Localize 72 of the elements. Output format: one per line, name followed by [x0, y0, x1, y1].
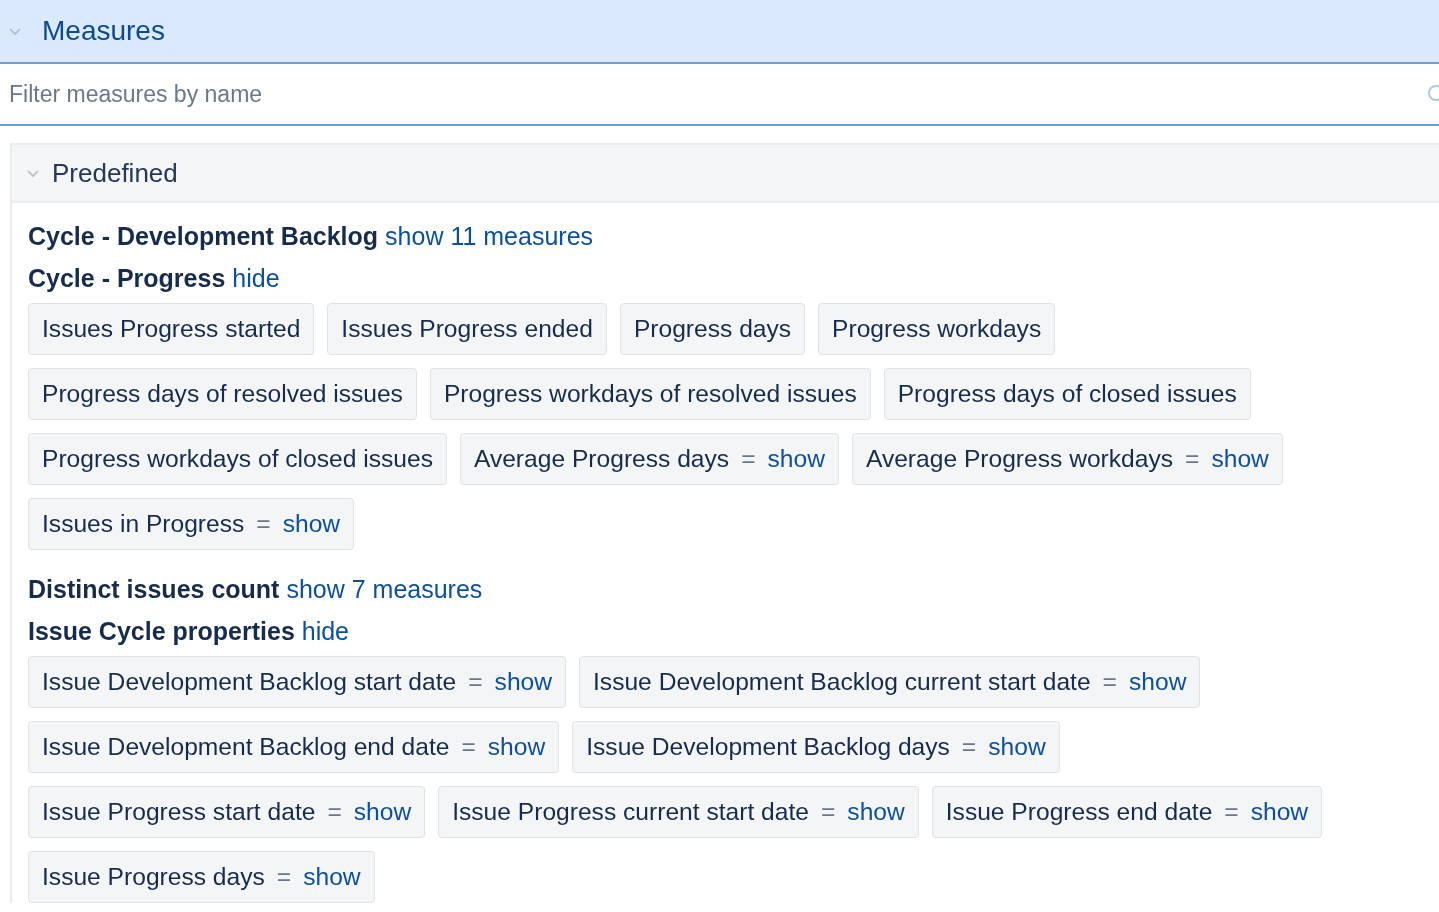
measure-chip[interactable]: Issues Progress ended [327, 303, 607, 355]
measure-label: Progress workdays [832, 315, 1042, 343]
equals-sign: = [461, 733, 476, 761]
equals-sign: = [327, 798, 342, 826]
measure-label: Issue Progress start date [42, 798, 316, 826]
group-title: Issue Cycle properties [28, 617, 295, 645]
measure-label: Average Progress days [473, 445, 730, 473]
show-link[interactable]: show [494, 668, 552, 696]
show-link[interactable]: show [1129, 668, 1187, 696]
measure-chip[interactable]: Issue Development Backlog start date = show [28, 656, 566, 708]
measure-label: Issue Development Backlog start date [42, 668, 457, 696]
equals-sign: = [1102, 668, 1117, 696]
equals-sign: = [1185, 445, 1200, 473]
equals-sign: = [468, 668, 483, 696]
measure-chip[interactable]: Progress workdays [818, 303, 1056, 355]
measure-chip[interactable]: Issue Progress current start date = show [438, 786, 919, 838]
measure-label: Average Progress workdays [865, 445, 1174, 473]
measure-chip[interactable]: Progress days of resolved issues [28, 368, 417, 420]
measure-chip[interactable]: Average Progress days = show [459, 433, 839, 485]
measure-chip[interactable]: Progress workdays of closed issues [28, 433, 447, 485]
search-field[interactable]: Filter measures by name [9, 64, 1425, 124]
show-link[interactable]: show [988, 733, 1046, 761]
measure-label: Progress days of closed issues [897, 380, 1237, 408]
measure-chip[interactable]: Issue Development Backlog current start date = show [579, 656, 1201, 708]
equals-sign: = [820, 798, 836, 826]
equals-sign: = [1224, 798, 1239, 826]
measure-label: Progress days of resolved issues [42, 380, 403, 408]
measure-label: Progress days [633, 315, 792, 343]
equals-sign: = [256, 510, 271, 538]
measure-chip[interactable]: Issue Progress days = show [28, 851, 375, 903]
measure-label: Progress workdays of resolved issues [443, 380, 857, 408]
measure-label: Issues in Progress [42, 510, 245, 538]
show-link[interactable]: show [1250, 798, 1309, 826]
show-link[interactable]: show [1211, 445, 1269, 473]
measure-chip[interactable]: Issue Progress end date = show [931, 786, 1323, 838]
measure-chip[interactable]: Issue Development Backlog days = show [572, 721, 1060, 773]
measure-label: Issue Progress days [42, 863, 265, 891]
group-title: Cycle - Development Backlog [28, 222, 379, 250]
equals-sign: = [276, 863, 292, 891]
equals-sign: = [961, 733, 977, 761]
show-link[interactable]: show [353, 798, 412, 826]
measure-chip[interactable]: Progress days [619, 303, 806, 355]
measure-label: Issue Development Backlog current start date [593, 668, 1091, 696]
measure-chip[interactable]: Issues Progress started [28, 303, 315, 355]
measure-chip[interactable]: Issue Progress start date = show [28, 786, 426, 838]
show-link[interactable]: show [847, 798, 905, 826]
panel-header[interactable]: Predefined [12, 143, 1439, 203]
group-toggle-link[interactable]: hide [232, 264, 280, 292]
measure-label: Issue Progress end date [945, 798, 1213, 826]
measure-label: Issue Development Backlog end date [42, 733, 450, 761]
show-link[interactable]: show [282, 510, 341, 538]
measure-label: Progress workdays of closed issues [42, 445, 433, 473]
group-title: Distinct issues count [28, 575, 280, 603]
show-link[interactable]: show [303, 863, 361, 891]
measure-label: Issue Progress current start date [452, 798, 809, 826]
measure-label: Issues Progress ended [341, 315, 593, 343]
show-link[interactable]: show [767, 445, 825, 473]
measure-chip[interactable]: Average Progress workdays = show [851, 433, 1283, 485]
group-toggle-link[interactable]: show 11 measures [385, 222, 594, 250]
measure-chip[interactable]: Issues in Progress = show [28, 498, 355, 550]
measure-chip[interactable]: Progress days of closed issues [883, 368, 1251, 420]
group-title: Cycle - Progress [28, 264, 226, 292]
measure-label: Issue Development Backlog days [586, 733, 950, 761]
measure-chip[interactable]: Progress workdays of resolved issues [429, 368, 871, 420]
show-link[interactable]: show [487, 733, 546, 761]
group-toggle-link[interactable]: show 7 measures [286, 575, 483, 603]
section-title[interactable]: Measures [42, 15, 165, 47]
equals-sign: = [741, 445, 756, 473]
measure-label: Issues Progress started [42, 315, 301, 343]
panel-title: Predefined [52, 157, 178, 189]
group-toggle-link[interactable]: hide [301, 617, 349, 645]
measure-chip[interactable]: Issue Development Backlog end date = show [28, 721, 560, 773]
